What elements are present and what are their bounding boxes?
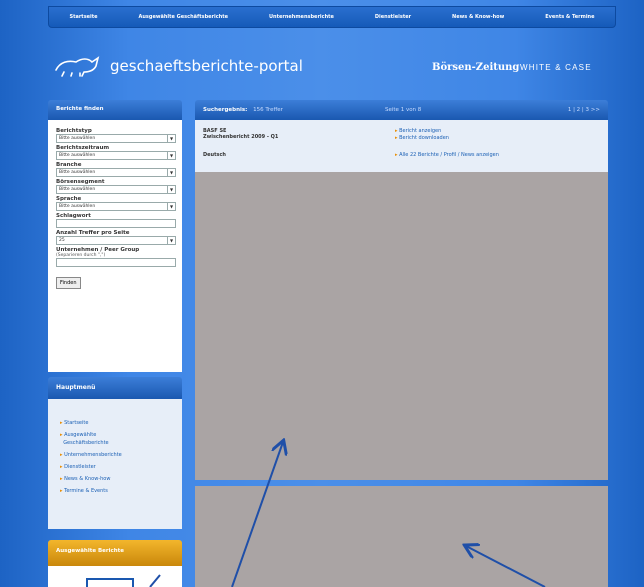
arrow-to-bottom-area xyxy=(466,546,546,587)
arrow-to-top-area xyxy=(231,442,283,587)
annotation-arrows xyxy=(149,0,546,587)
arrow-left-stub xyxy=(149,574,161,587)
page: Startseite Ausgewählte Geschäftsberichte… xyxy=(0,0,644,587)
